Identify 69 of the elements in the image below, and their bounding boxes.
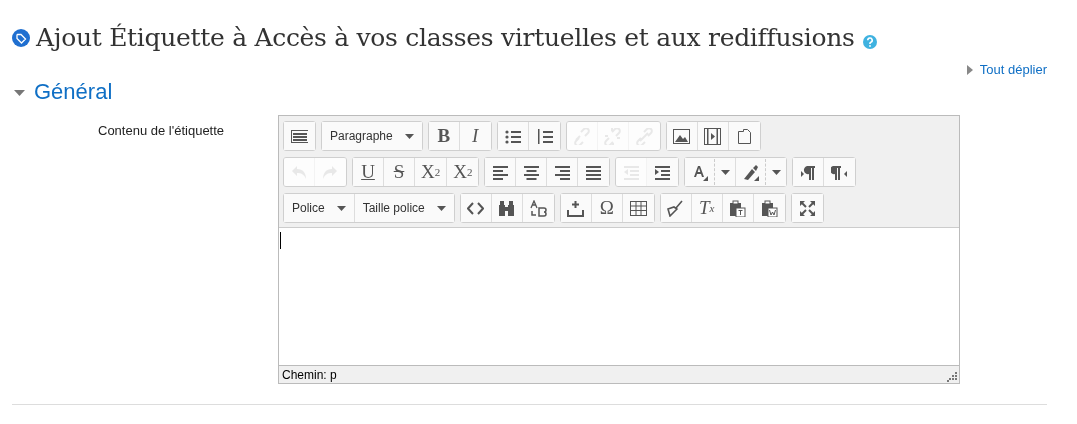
replace-letters-icon <box>529 199 547 217</box>
toolbar-button[interactable] <box>485 158 517 186</box>
format-button[interactable]: Ω <box>591 194 623 222</box>
format-dropdown[interactable]: Police <box>284 194 355 222</box>
color-picker-button[interactable] <box>736 158 787 186</box>
toolbar-button[interactable] <box>497 122 529 150</box>
toolbar-button[interactable] <box>491 194 523 222</box>
page-title: Ajout Étiquette à Accès à vos classes virtuelles et aux rediffusions <box>36 23 855 52</box>
text-color-icon <box>691 163 709 181</box>
dropdown-caret-icon <box>404 133 414 139</box>
format-dropdown[interactable]: Paragraphe <box>322 122 422 150</box>
toolbar-button[interactable] <box>791 194 823 222</box>
caret-icon <box>966 64 973 75</box>
paragraph-left-icon <box>831 163 849 181</box>
toolbar-button[interactable] <box>793 158 825 186</box>
toolbar-button[interactable] <box>824 158 856 186</box>
clipboard-icon <box>760 199 778 217</box>
toolbar-button[interactable] <box>666 122 698 150</box>
numbered-list-icon <box>535 127 553 145</box>
toolbar-button[interactable] <box>284 122 315 150</box>
brush-icon <box>667 199 685 217</box>
toolbar-button[interactable] <box>660 194 692 222</box>
toolbar-button[interactable] <box>547 158 579 186</box>
indent-icon <box>654 163 672 181</box>
dropdown-caret-icon <box>436 205 446 211</box>
help-icon <box>862 34 877 49</box>
resize-handle-icon <box>947 372 957 382</box>
align-center-icon <box>522 163 540 181</box>
toolbar-button[interactable] <box>560 194 592 222</box>
toolbar-button[interactable] <box>647 158 679 186</box>
dropdown-caret-icon <box>772 169 782 175</box>
expand-arrows-icon <box>798 199 816 217</box>
toolbar-button[interactable] <box>516 158 548 186</box>
film-icon <box>704 127 722 145</box>
toolbar-button[interactable] <box>460 194 492 222</box>
toolbar-button[interactable] <box>578 158 610 186</box>
justify-icon <box>585 163 603 181</box>
table-grid-icon <box>629 199 647 217</box>
color-picker-button[interactable] <box>685 158 737 186</box>
element-path: Chemin: p <box>282 368 337 382</box>
format-button[interactable]: X$^{2}$ <box>447 158 479 186</box>
toolbar-button[interactable] <box>753 194 785 222</box>
paragraph-right-icon <box>799 163 817 181</box>
align-left-icon <box>491 163 509 181</box>
binoculars-icon <box>498 199 516 217</box>
format-dropdown[interactable]: Taille police <box>354 194 454 222</box>
format-button[interactable]: I <box>459 122 491 150</box>
toolbar-button[interactable] <box>522 194 554 222</box>
image-icon <box>673 127 691 145</box>
format-button[interactable]: B <box>428 122 460 150</box>
text-cursor <box>280 232 281 249</box>
highlighter-icon <box>742 163 760 181</box>
toolbar-button[interactable] <box>622 194 654 222</box>
toolbar-button[interactable] <box>528 122 560 150</box>
section-heading[interactable]: Général <box>12 79 113 105</box>
toolbar-button[interactable] <box>722 194 754 222</box>
expand-all-link[interactable]: Tout déplier <box>966 62 1047 77</box>
format-button[interactable]: U <box>353 158 384 186</box>
toolbar-button[interactable] <box>728 122 760 150</box>
dropdown-caret-icon <box>336 205 346 211</box>
clipboard-icon <box>729 199 747 217</box>
align-right-icon <box>553 163 571 181</box>
format-button[interactable]: S <box>384 158 415 186</box>
insert-space-icon <box>567 199 585 217</box>
toolbar-button[interactable] <box>697 122 729 150</box>
tag-icon <box>12 28 30 47</box>
field-label: Contenu de l'étiquette <box>97 122 226 140</box>
document-icon <box>735 127 753 145</box>
dropdown-caret-icon <box>721 169 731 175</box>
